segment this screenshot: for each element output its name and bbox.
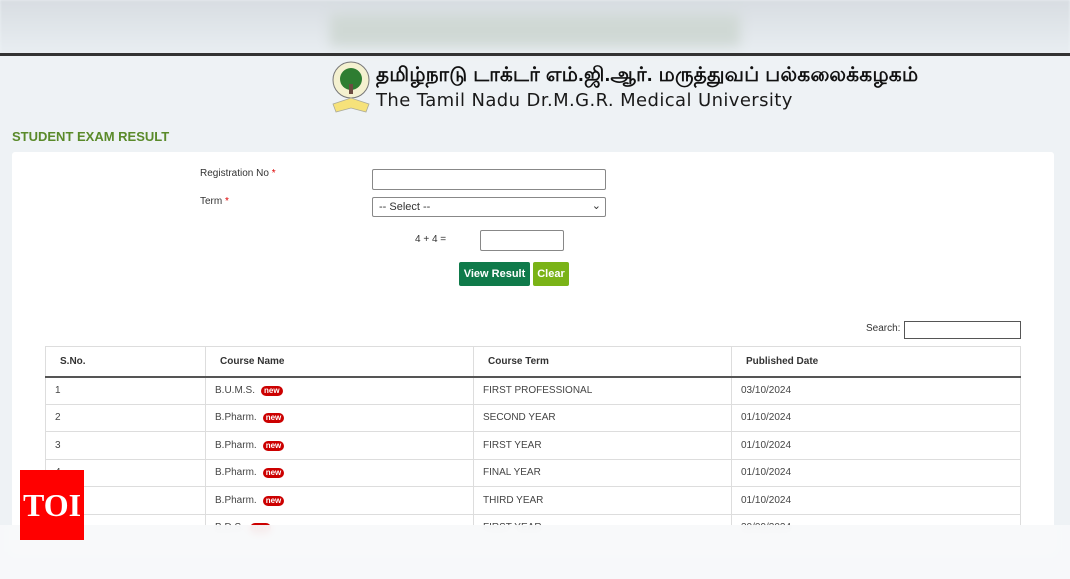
course-name[interactable]: B.Pharm. [215,412,257,423]
search-label: Search: [866,323,901,334]
table-row[interactable]: 1 B.U.M.S. new FIRST PROFESSIONAL 03/10/2… [45,376,1021,405]
search-input[interactable] [904,321,1021,339]
header-course-term: Course Term [473,346,732,378]
term-select[interactable]: -- Select -- ⌄ [372,197,606,217]
university-name-tamil: தமிழ்நாடு டாக்டர் எம்.ஜி.ஆர். மருத்துவப்… [376,64,919,86]
table-row[interactable]: 4 B.Pharm.new FINAL YEAR 01/10/2024 [45,458,1021,487]
results-table: S.No. Course Name Course Term Published … [45,346,1021,542]
course-name[interactable]: B.Pharm. [215,467,257,478]
university-logo-icon [332,61,370,113]
header-course-name: Course Name [205,346,474,378]
course-name[interactable]: B.Pharm. [215,440,257,451]
new-badge-icon: new [262,413,285,424]
cell-sno: 3 [45,431,206,460]
cell-course-name: B.Pharm. new [205,458,474,487]
cell-course-term: SECOND YEAR [473,403,732,432]
registration-input[interactable] [372,169,606,190]
bottom-blur-overlay [0,525,1070,579]
new-badge-icon: new [261,386,283,396]
table-row[interactable]: 2 B.Pharm. new SECOND YEAR 01/10/2024 [45,403,1021,432]
cell-sno: 2 [45,403,206,432]
cell-sno: 1 [45,376,206,405]
toi-watermark-logo: TOI [20,470,84,540]
cell-published-date: 01/10/2024 [731,431,1021,460]
cell-course-term: THIRD YEAR [473,486,732,515]
new-badge-icon: new [262,440,285,451]
cell-course-name: B.Pharm. new [205,403,474,432]
cell-course-name: B.Pharm. new [205,486,474,515]
cell-course-term: FIRST PROFESSIONAL [473,376,732,405]
new-badge-icon: new [262,468,285,479]
term-label: Term * [200,196,229,207]
cell-published-date: 01/10/2024 [731,458,1021,487]
new-badge-icon: new [262,495,285,506]
page-title: STUDENT EXAM RESULT [12,129,170,144]
view-result-button[interactable]: View Result [459,262,530,286]
table-row[interactable]: 5 B.Pharm.new THIRD YEAR 01/10/2024 [45,486,1021,515]
chevron-down-icon: ⌄ [591,200,601,212]
course-name[interactable]: B.Pharm. [215,495,257,506]
cell-course-name: B.Pharm. new [205,431,474,460]
table-row[interactable]: 3 B.Pharm. new FIRST YEAR 01/10/2024 [45,431,1021,460]
course-name[interactable]: B.U.M.S. [215,385,255,396]
cell-published-date: 01/10/2024 [731,486,1021,515]
blurred-top-band [0,0,1070,54]
captcha-question: 4 + 4 = [415,234,447,245]
captcha-input[interactable] [480,230,564,251]
cell-course-term: FIRST YEAR [473,431,732,460]
cell-published-date: 01/10/2024 [731,403,1021,432]
cell-course-name: B.U.M.S. new [205,376,474,405]
cell-course-term: FINAL YEAR [473,458,732,487]
divider [0,53,1070,56]
cell-published-date: 03/10/2024 [731,376,1021,405]
header-published-date: Published Date [731,346,1021,378]
header-sno: S.No. [45,346,206,378]
clear-button[interactable]: Clear [533,262,569,286]
registration-label: Registration No * [200,168,276,179]
university-name-english: The Tamil Nadu Dr.M.G.R. Medical Univers… [376,90,793,111]
